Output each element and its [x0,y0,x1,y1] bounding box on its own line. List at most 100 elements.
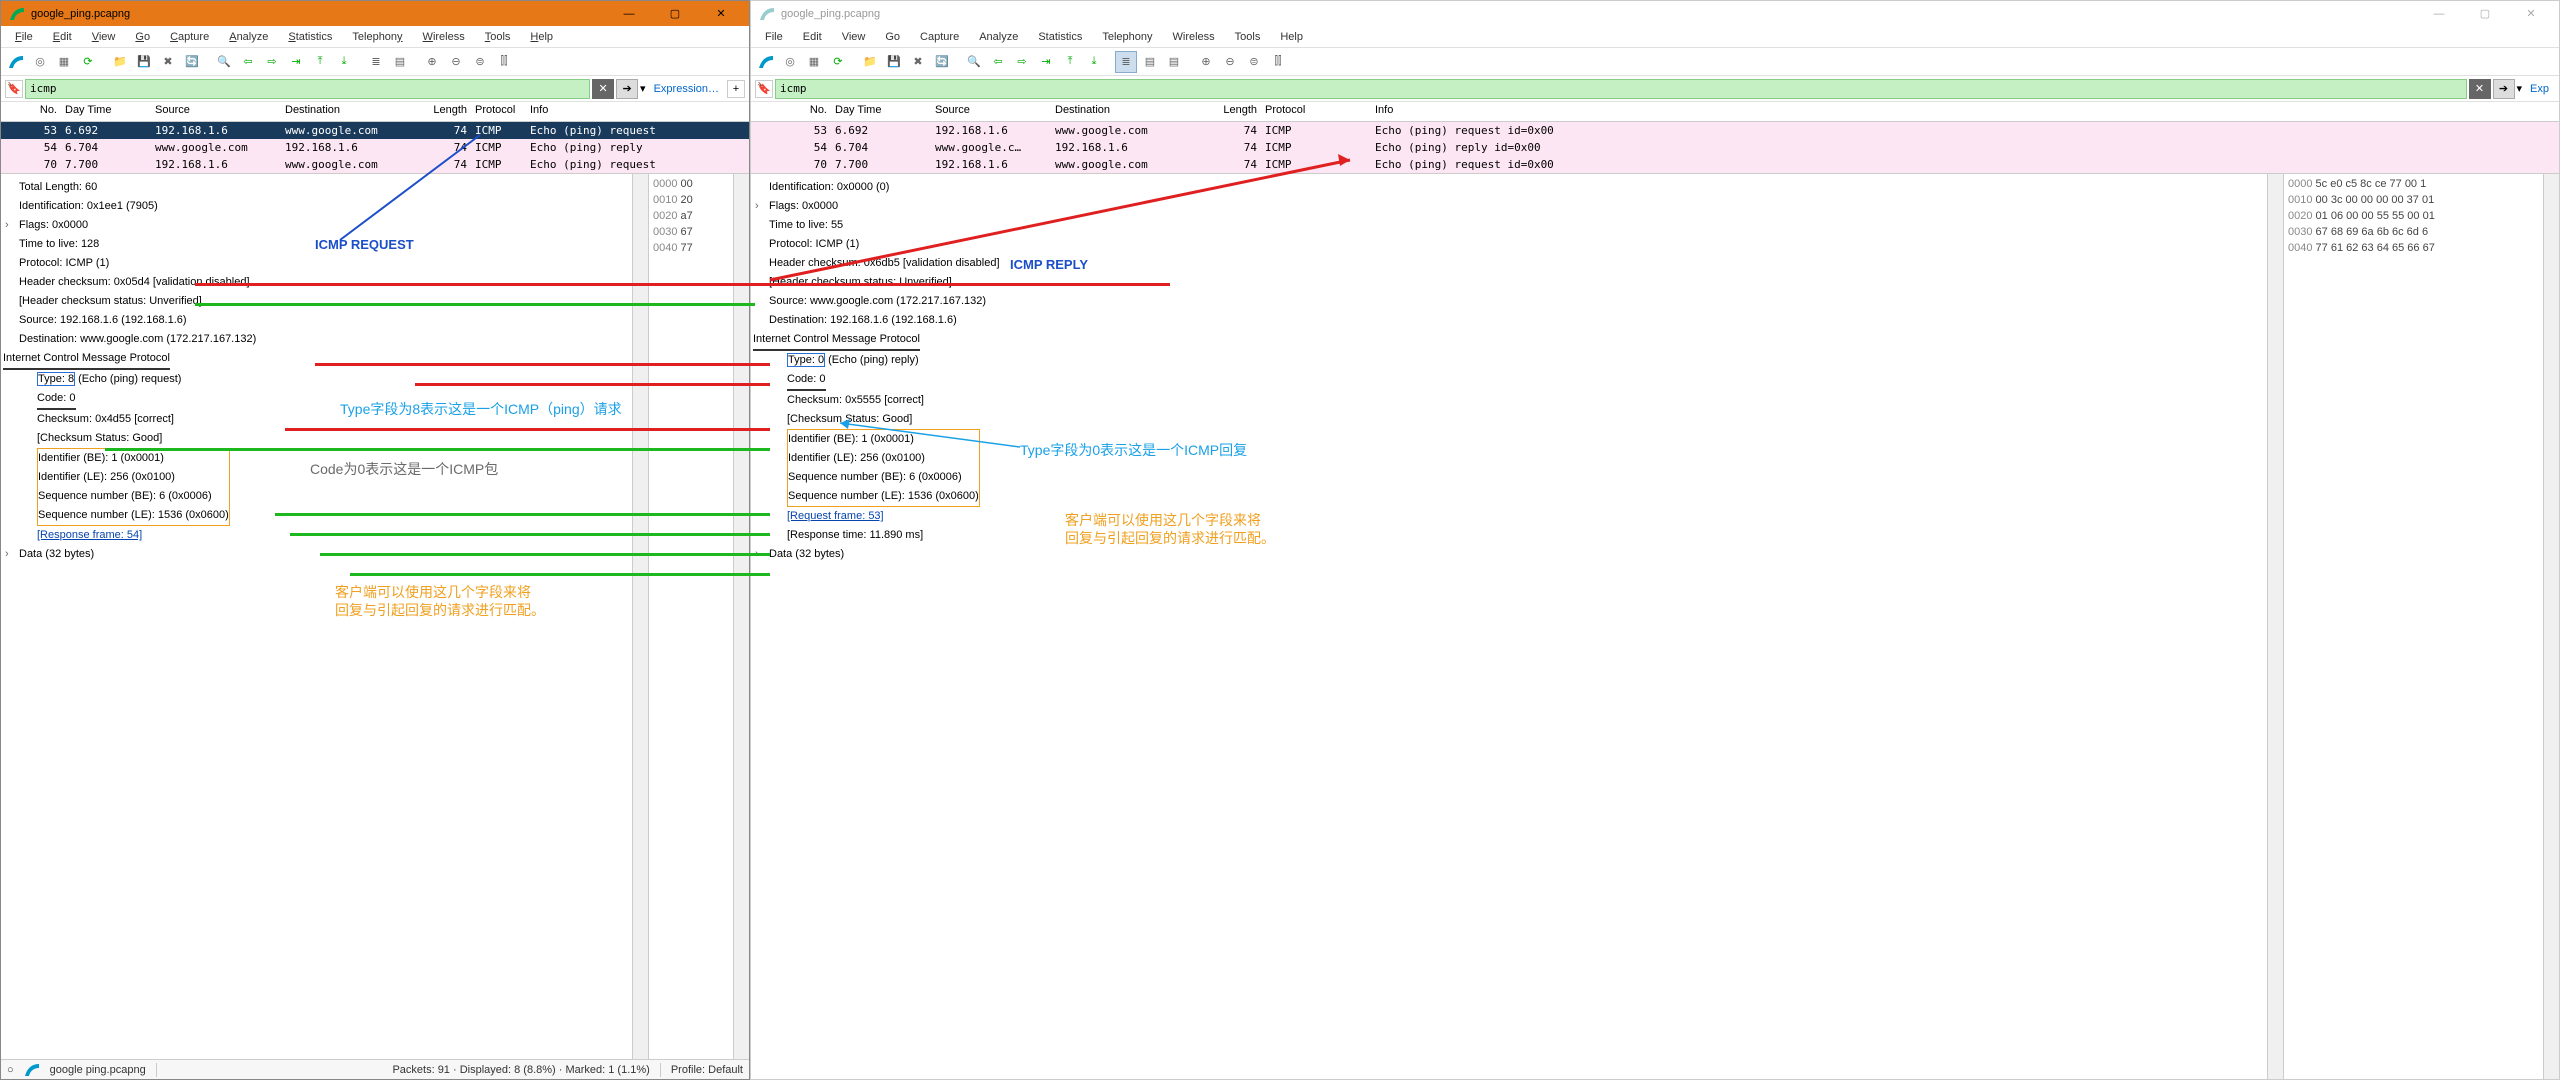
col-src[interactable]: Source [931,102,1051,121]
toolbar-last-icon[interactable]: ⤓ [1083,51,1105,73]
detail-row[interactable]: ⌄Internet Control Message Protocol [3,349,628,370]
toolbar-find-icon[interactable]: 🔍 [963,51,985,73]
toolbar-options-icon[interactable]: ◎ [29,51,51,73]
toolbar-zoom100-icon[interactable]: ⊜ [1243,51,1265,73]
filter-dropdown-icon[interactable]: ▾ [640,82,646,95]
col-info[interactable]: Info [526,102,749,121]
toolbar-start-icon[interactable] [5,51,27,73]
toolbar-open-icon[interactable]: 📁 [859,51,881,73]
toolbar-close-icon[interactable]: ✖ [157,51,179,73]
menu-statistics[interactable]: Statistics [280,29,340,45]
filter-expression-link[interactable]: Expression… [648,83,725,95]
packet-list-header-left[interactable]: No. Day Time Source Destination Length P… [1,102,749,122]
detail-row[interactable]: Time to live: 128 [19,235,628,254]
detail-row[interactable]: Identifier (BE): 1 (0x0001) [38,449,229,468]
menu-file[interactable]: File [757,29,791,45]
menu-analyze[interactable]: Analyze [221,29,276,45]
detail-row[interactable]: Destination: www.google.com (172.217.167… [19,330,628,349]
packet-list-left[interactable]: 536.692192.168.1.6www.google.com74ICMPEc… [1,122,749,173]
expand-icon[interactable]: › [755,197,759,216]
menu-edit[interactable]: Edit [795,29,830,45]
display-filter-input[interactable] [25,79,590,99]
toolbar-reload-icon[interactable]: 🔄 [181,51,203,73]
packet-row[interactable]: 536.692192.168.1.6www.google.com74ICMPEc… [1,122,749,139]
col-src[interactable]: Source [151,102,281,121]
menu-statistics[interactable]: Statistics [1030,29,1090,45]
details-scrollbar[interactable] [632,174,648,1059]
detail-row[interactable]: [Header checksum status: Unverified] [19,292,628,311]
detail-row[interactable]: [Header checksum status: Unverified] [769,273,2263,292]
detail-row[interactable]: Sequence number (LE): 1536 (0x0600) [38,506,229,525]
toolbar-zoomin-icon[interactable]: ⊕ [1195,51,1217,73]
filter-dropdown-icon[interactable]: ▾ [2517,82,2523,95]
minimize-button[interactable]: — [609,2,649,26]
menu-tools[interactable]: Tools [1227,29,1269,45]
detail-row[interactable]: Checksum: 0x5555 [correct] [769,391,2263,410]
detail-row[interactable]: Header checksum: 0x05d4 [validation disa… [19,273,628,292]
toolbar-close-icon[interactable]: ✖ [907,51,929,73]
toolbar-options-icon[interactable]: ◎ [779,51,801,73]
packet-row[interactable]: 707.700192.168.1.6www.google.com74ICMPEc… [1,156,749,173]
toolbar-zoomout-icon[interactable]: ⊖ [1219,51,1241,73]
col-proto[interactable]: Protocol [471,102,526,121]
toolbar-stop-icon[interactable]: ▦ [53,51,75,73]
toolbar-prev-icon[interactable]: ⇦ [237,51,259,73]
toolbar-find-icon[interactable]: 🔍 [213,51,235,73]
toolbar-reload-icon[interactable]: 🔄 [931,51,953,73]
filter-add-button[interactable]: + [727,80,745,98]
col-no[interactable]: No. [1,102,61,121]
packet-list-header-right[interactable]: No. Day Time Source Destination Length P… [751,102,2559,122]
detail-row[interactable]: ›Data (32 bytes) [769,545,2263,564]
toolbar-save-icon[interactable]: 💾 [883,51,905,73]
menu-wireless[interactable]: Wireless [415,29,473,45]
expand-icon[interactable]: › [5,545,9,564]
packet-row[interactable]: 536.692192.168.1.6www.google.com74ICMPEc… [751,122,2559,139]
detail-row[interactable]: ⌄Internet Control Message Protocol [753,330,2263,351]
menu-go[interactable]: Go [127,29,158,45]
bytes-scrollbar[interactable] [2543,174,2559,1079]
detail-row[interactable]: Protocol: ICMP (1) [769,235,2263,254]
toolbar-restart-icon[interactable]: ⟳ [827,51,849,73]
menu-telephony[interactable]: Telephony [1094,29,1160,45]
filter-clear-button[interactable]: ✕ [592,79,614,99]
close-button[interactable]: ✕ [2511,2,2551,26]
titlebar-left[interactable]: google_ping.pcapng — ▢ ✕ [1,1,749,26]
packet-details-left[interactable]: Total Length: 60 Identification: 0x1ee1 … [1,174,632,1059]
status-balloon-icon[interactable]: ○ [7,1064,14,1076]
expand-icon[interactable]: › [5,216,9,235]
toolbar-first-icon[interactable]: ⤒ [1059,51,1081,73]
toolbar-restart-icon[interactable]: ⟳ [77,51,99,73]
toolbar-save-icon[interactable]: 💾 [133,51,155,73]
col-dst[interactable]: Destination [1051,102,1201,121]
display-filter-input[interactable] [775,79,2467,99]
detail-row[interactable]: [Response frame: 54] [19,526,628,545]
menu-file[interactable]: File [7,29,41,45]
packet-details-right[interactable]: Identification: 0x0000 (0) ›Flags: 0x000… [751,174,2267,1079]
col-proto[interactable]: Protocol [1261,102,1371,121]
detail-row[interactable]: Source: 192.168.1.6 (192.168.1.6) [19,311,628,330]
toolbar-jump-icon[interactable]: ⇥ [285,51,307,73]
toolbar-zoomout-icon[interactable]: ⊖ [445,51,467,73]
detail-row[interactable]: Type: 8 (Echo (ping) request) [19,370,628,389]
packet-bytes-right[interactable]: 0000 5c e0 c5 8c ce 77 00 10010 00 3c 00… [2283,174,2543,1079]
toolbar-zoomin-icon[interactable]: ⊕ [421,51,443,73]
menu-wireless[interactable]: Wireless [1165,29,1223,45]
detail-row[interactable]: [Checksum Status: Good] [19,429,628,448]
detail-row[interactable]: Identification: 0x1ee1 (7905) [19,197,628,216]
detail-row[interactable]: Sequence number (BE): 6 (0x0006) [788,468,979,487]
toolbar-next-icon[interactable]: ⇨ [261,51,283,73]
toolbar-autoscroll-icon[interactable]: ≣ [365,51,387,73]
menu-edit[interactable]: Edit [45,29,80,45]
detail-row[interactable]: [Response time: 11.890 ms] [769,526,2263,545]
menu-go[interactable]: Go [877,29,908,45]
toolbar-last-icon[interactable]: ⤓ [333,51,355,73]
bytes-scrollbar[interactable] [733,174,749,1059]
status-profile[interactable]: Profile: Default [671,1064,743,1076]
detail-row[interactable]: Sequence number (LE): 1536 (0x0600) [788,487,979,506]
packet-row[interactable]: 707.700192.168.1.6www.google.com74ICMPEc… [751,156,2559,173]
detail-row[interactable]: Source: www.google.com (172.217.167.132) [769,292,2263,311]
detail-row[interactable]: ›Flags: 0x0000 [19,216,628,235]
col-len[interactable]: Length [411,102,471,121]
detail-row[interactable]: Identifier (BE): 1 (0x0001) [788,430,979,449]
packet-row[interactable]: 546.704www.google.com192.168.1.674ICMPEc… [1,139,749,156]
